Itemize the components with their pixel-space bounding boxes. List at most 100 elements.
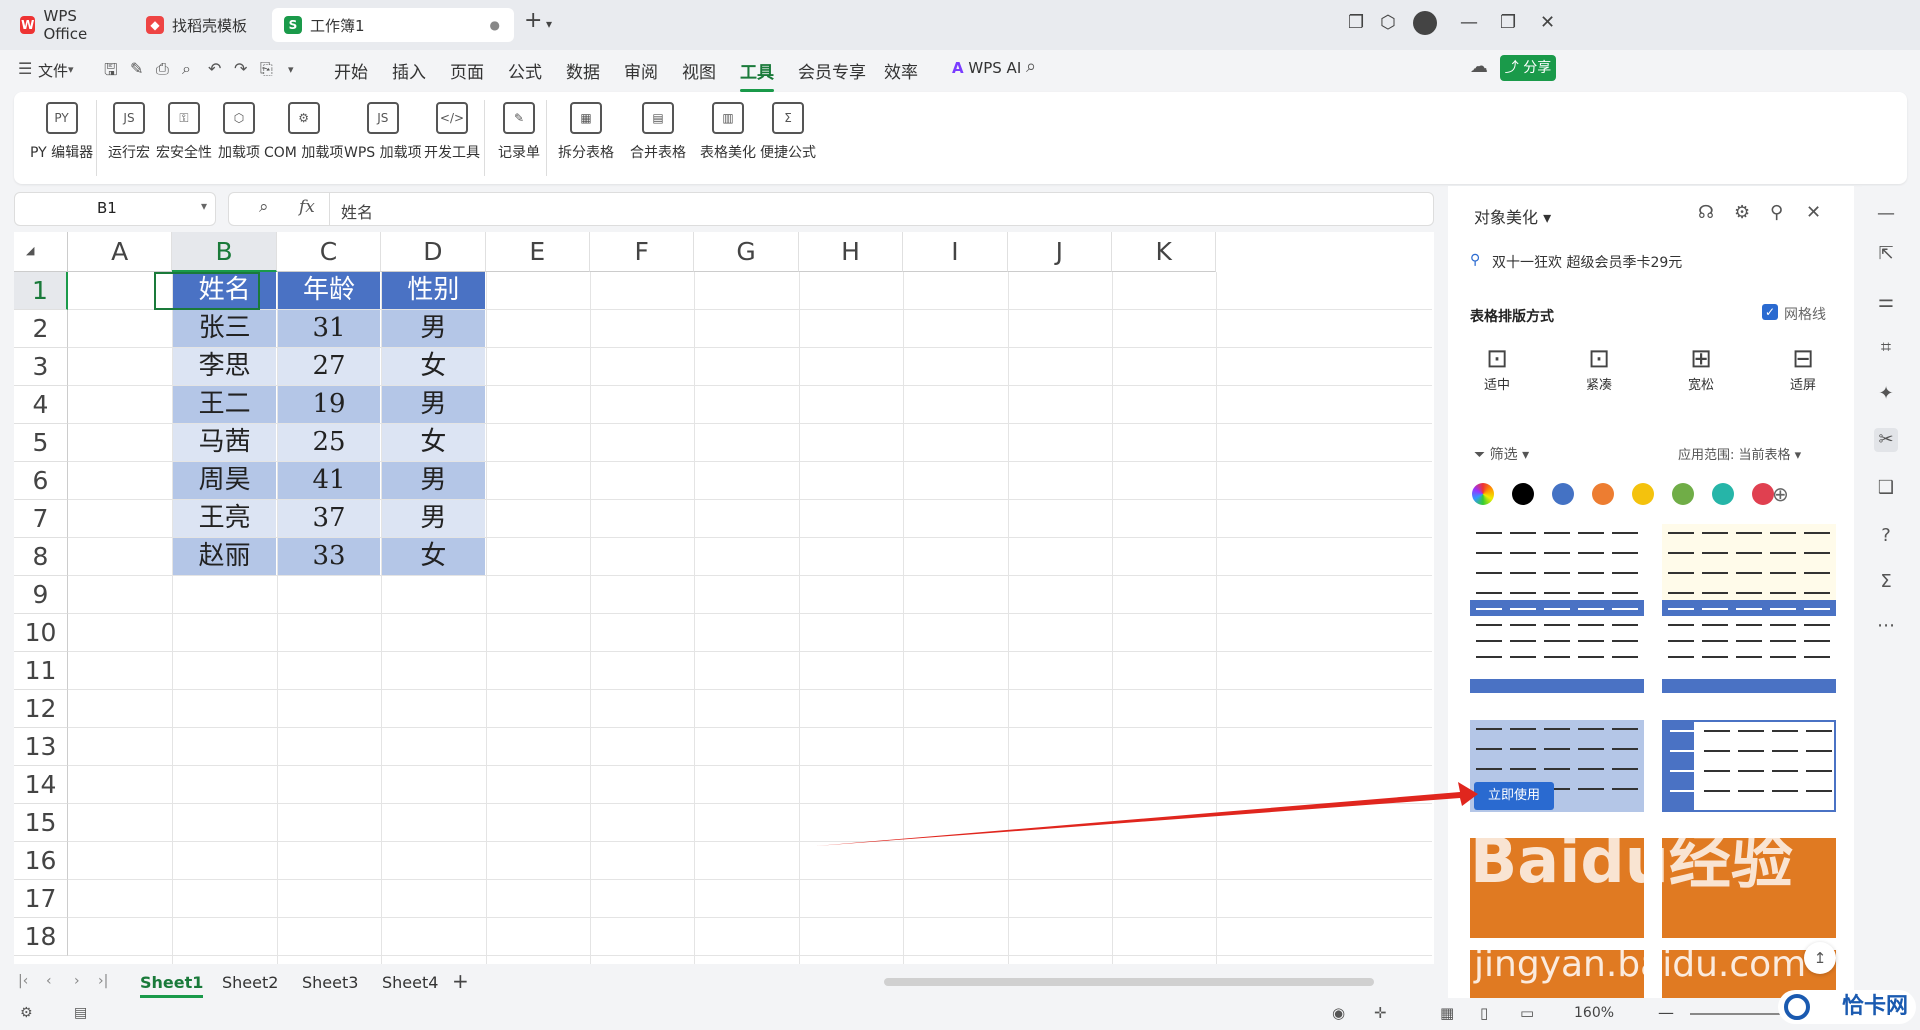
crosshair-icon[interactable]: ✛ bbox=[1374, 1004, 1387, 1022]
row-header-3[interactable]: 3 bbox=[14, 348, 68, 386]
color-swatch[interactable] bbox=[1632, 483, 1654, 505]
ai-icon[interactable]: ✦ bbox=[1874, 382, 1898, 406]
column-header-c[interactable]: C bbox=[276, 232, 382, 272]
add-color-icon[interactable]: ⊕ bbox=[1772, 482, 1789, 506]
pin-icon[interactable]: ⚲ bbox=[1770, 202, 1783, 223]
first-sheet-icon[interactable]: |‹ bbox=[18, 973, 28, 989]
row-header-2[interactable]: 2 bbox=[14, 310, 68, 348]
wps-addin-button[interactable]: JS WPS 加载项 bbox=[344, 102, 422, 162]
column-header-k[interactable]: K bbox=[1112, 232, 1217, 272]
print-preview-icon[interactable]: ⌕ bbox=[182, 59, 191, 79]
menu-review[interactable]: 审阅 bbox=[624, 58, 658, 83]
color-swatch[interactable] bbox=[1752, 483, 1774, 505]
layout-loose[interactable]: ⊞ 宽松 bbox=[1666, 344, 1736, 408]
record-form-button[interactable]: ✎ 记录单 bbox=[498, 102, 540, 162]
row-header-4[interactable]: 4 bbox=[14, 386, 68, 424]
row-header-16[interactable]: 16 bbox=[14, 842, 68, 880]
column-header-g[interactable]: G bbox=[694, 232, 799, 272]
column-header-i[interactable]: I bbox=[903, 232, 1008, 272]
color-wheel-swatch[interactable] bbox=[1472, 483, 1494, 505]
export-icon[interactable]: ⎘ bbox=[260, 59, 273, 79]
help-icon[interactable]: ? bbox=[1874, 524, 1898, 548]
row-header-6[interactable]: 6 bbox=[14, 462, 68, 500]
adjust-icon[interactable]: ⚌ bbox=[1874, 290, 1898, 314]
chevron-down-icon[interactable]: ▾ bbox=[288, 63, 294, 76]
scope-dropdown[interactable]: 应用范围: 当前表格 ▾ bbox=[1678, 444, 1801, 463]
layout-medium[interactable]: ⊡ 适中 bbox=[1462, 344, 1532, 408]
collapse-icon[interactable]: — bbox=[1874, 202, 1898, 226]
horizontal-scrollbar[interactable] bbox=[884, 978, 1374, 986]
avatar[interactable] bbox=[1413, 11, 1437, 35]
crop-icon[interactable]: ⌗ bbox=[1874, 336, 1898, 360]
column-header-f[interactable]: F bbox=[590, 232, 695, 272]
table-cell[interactable]: 周昊 bbox=[173, 462, 277, 499]
row-header-11[interactable]: 11 bbox=[14, 652, 68, 690]
row-header-10[interactable]: 10 bbox=[14, 614, 68, 652]
zoom-level[interactable]: 160% bbox=[1574, 1005, 1614, 1021]
gear-icon[interactable]: ⚙ bbox=[1734, 202, 1750, 223]
break-view-icon[interactable]: ▭ bbox=[1520, 1004, 1534, 1022]
formula-input[interactable]: 姓名 bbox=[341, 199, 373, 223]
more-icon[interactable]: ⋯ bbox=[1874, 614, 1898, 638]
print-icon[interactable]: ⎙ bbox=[156, 59, 169, 79]
table-beautify-button[interactable]: ▥ 表格美化 bbox=[700, 102, 756, 162]
select-all-corner[interactable]: ◢ bbox=[14, 232, 68, 272]
maximize-icon[interactable]: ❐ bbox=[1500, 12, 1516, 33]
table-cell[interactable]: 王二 bbox=[173, 386, 277, 423]
layout-compact[interactable]: ⊡ 紧凑 bbox=[1564, 344, 1634, 408]
brush-icon[interactable]: ✎ bbox=[130, 59, 143, 78]
menu-insert[interactable]: 插入 bbox=[392, 58, 426, 83]
table-header-cell[interactable]: 年龄 bbox=[277, 272, 382, 309]
normal-view-icon[interactable]: ▦ bbox=[1440, 1004, 1454, 1022]
menu-vip[interactable]: 会员专享 bbox=[798, 58, 866, 83]
style-card-4[interactable] bbox=[1662, 600, 1836, 694]
search-icon[interactable]: ⌕ bbox=[1026, 56, 1036, 77]
prev-sheet-icon[interactable]: ‹ bbox=[46, 973, 52, 989]
tab-wps-office[interactable]: W WPS Office bbox=[8, 7, 126, 43]
addin-button[interactable]: ⬡ 加载项 bbox=[218, 102, 260, 162]
redo-icon[interactable]: ↷ bbox=[234, 59, 247, 78]
eye-icon[interactable]: ◉ bbox=[1332, 1004, 1345, 1022]
scroll-top-icon[interactable]: ↥ bbox=[1804, 942, 1836, 974]
layout-icon[interactable]: ▤ bbox=[74, 1005, 87, 1021]
color-swatch[interactable] bbox=[1712, 483, 1734, 505]
com-addin-button[interactable]: ⚙ COM 加载项 bbox=[264, 102, 343, 162]
share-button[interactable]: ⤴ 分享 bbox=[1500, 55, 1556, 81]
column-header-e[interactable]: E bbox=[485, 232, 590, 272]
fx-icon[interactable]: fx bbox=[299, 197, 315, 217]
hamburger-icon[interactable]: ☰ bbox=[18, 59, 32, 78]
minimize-icon[interactable]: — bbox=[1460, 12, 1478, 33]
add-sheet-icon[interactable]: + bbox=[452, 969, 469, 993]
table-cell[interactable]: 女 bbox=[382, 424, 486, 461]
zoom-slider[interactable] bbox=[1690, 1013, 1780, 1015]
save-icon[interactable]: 🖫 bbox=[104, 59, 118, 86]
row-header-12[interactable]: 12 bbox=[14, 690, 68, 728]
table-cell[interactable]: 37 bbox=[277, 500, 382, 537]
table-cell[interactable]: 女 bbox=[382, 538, 486, 575]
color-swatch[interactable] bbox=[1592, 483, 1614, 505]
undo-icon[interactable]: ↶ bbox=[208, 59, 221, 78]
promo-banner[interactable]: 双十一狂欢 超级会员季卡29元 bbox=[1492, 252, 1682, 272]
color-swatch[interactable] bbox=[1672, 483, 1694, 505]
gridlines-checkbox[interactable]: ✓ bbox=[1762, 304, 1778, 320]
menu-start[interactable]: 开始 bbox=[334, 58, 368, 83]
table-cell[interactable]: 19 bbox=[277, 386, 382, 423]
beautify-tool-icon[interactable]: ✂ bbox=[1874, 428, 1898, 452]
table-cell[interactable]: 男 bbox=[382, 462, 486, 499]
formula-button[interactable]: Σ 便捷公式 bbox=[760, 102, 816, 162]
dev-tools-button[interactable]: </> 开发工具 bbox=[424, 102, 480, 162]
table-cell[interactable]: 男 bbox=[382, 310, 486, 347]
table-cell[interactable]: 男 bbox=[382, 500, 486, 537]
menu-efficiency[interactable]: 效率 bbox=[884, 58, 918, 83]
menu-data[interactable]: 数据 bbox=[566, 58, 600, 83]
py-editor-button[interactable]: PY PY 编辑器 bbox=[30, 102, 93, 162]
name-box[interactable]: B1 ▾ bbox=[14, 192, 216, 226]
table-cell[interactable]: 男 bbox=[382, 386, 486, 423]
table-cell[interactable]: 王亮 bbox=[173, 500, 277, 537]
wps-ai-button[interactable]: A WPS AI bbox=[952, 59, 1021, 77]
color-swatch[interactable] bbox=[1512, 483, 1534, 505]
macro-record-icon[interactable]: ⚙ bbox=[20, 1005, 33, 1021]
style-card-3[interactable] bbox=[1470, 600, 1644, 694]
spreadsheet-grid[interactable]: ◢ ABCDEFGHIJK 1 2 3 4 5 6 7 8 9 10 11 12 13 14 15 16 17 1… bbox=[14, 232, 1434, 964]
column-header-d[interactable]: D bbox=[381, 232, 486, 272]
